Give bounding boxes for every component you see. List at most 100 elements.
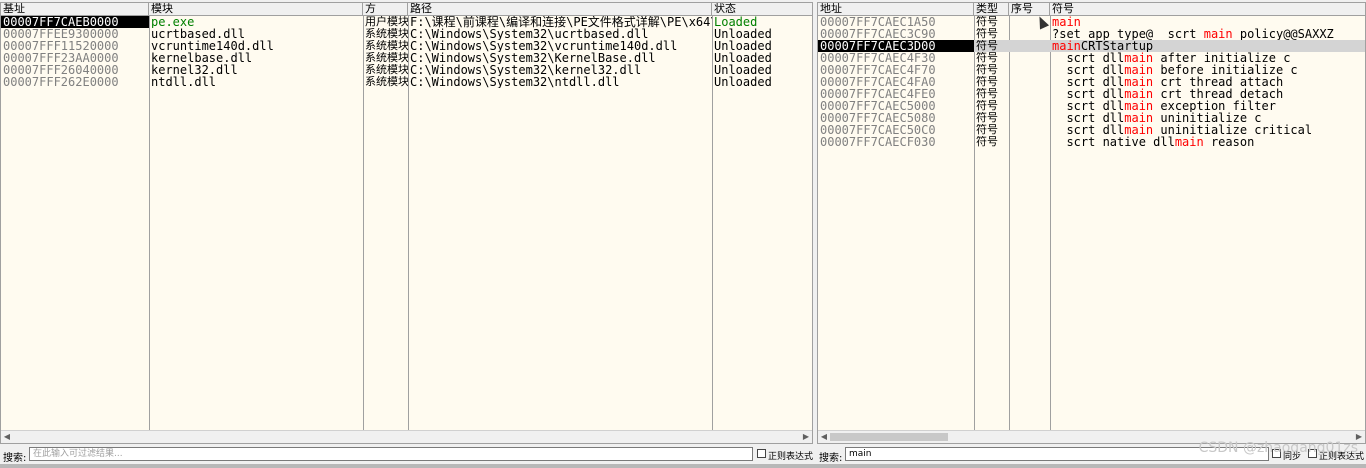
module-module-cell: kernelbase.dll bbox=[151, 52, 253, 64]
left-search-bar: 搜索: 在此输入可过滤结果... 正则表达式 bbox=[0, 446, 815, 464]
search-match-highlight: main bbox=[1124, 52, 1154, 64]
module-status-cell: Unloaded bbox=[714, 64, 772, 76]
search-match-highlight: main bbox=[1052, 40, 1081, 52]
symbol-row[interactable]: 00007FF7CAEC3C90 符号 ?set_app_type@__scrt_m… bbox=[818, 28, 1365, 40]
left-regex-checkbox[interactable] bbox=[757, 449, 766, 458]
symbol-row[interactable]: 00007FF7CAEC5080 符号 __scrt_dllmain_uniniti… bbox=[818, 112, 1365, 124]
search-match-highlight: main bbox=[1124, 112, 1154, 124]
symbol-name-prefix: __scrt_native_dll bbox=[1052, 136, 1175, 148]
symbol-name-prefix: __scrt_dll bbox=[1052, 88, 1125, 100]
module-base-cell: 00007FFF26040000 bbox=[3, 64, 119, 76]
scroll-right-icon[interactable]: ▶ bbox=[800, 431, 812, 443]
symbol-row[interactable]: 00007FF7CAEC4F30 符号 __scrt_dllmain_after_i… bbox=[818, 52, 1365, 64]
symbol-type-cell: 符号 bbox=[976, 16, 998, 28]
module-base-cell: 00007FFF23AA0000 bbox=[3, 52, 119, 64]
search-match-highlight: main bbox=[1124, 100, 1154, 112]
symbol-row[interactable]: 00007FF7CAEC4FE0 符号 __scrt_dllmain_crt_thr… bbox=[818, 88, 1365, 100]
module-status-cell: Loaded bbox=[714, 16, 758, 28]
symbol-type-cell: 符号 bbox=[976, 136, 998, 148]
module-path-cell: C:\Windows\System32\ntdll.dll bbox=[410, 76, 620, 88]
symbol-address-cell: 00007FF7CAEC4FA0 bbox=[820, 76, 936, 88]
col-header-address[interactable]: 地址 bbox=[818, 3, 974, 15]
symbol-row[interactable]: 00007FF7CAEC5000 符号 __scrt_dllmain_excepti… bbox=[818, 100, 1365, 112]
symbol-name-cell: __scrt_dllmain_exception_filter bbox=[1050, 100, 1365, 112]
left-search-input[interactable]: 在此输入可过滤结果... bbox=[29, 447, 753, 461]
symbols-pane: 地址 类型 序号 符号 00007FF7CAEC1A50 符号 main 00007F… bbox=[817, 2, 1366, 444]
symbols-list: 00007FF7CAEC1A50 符号 main 00007FF7CAEC3C90 符号… bbox=[818, 16, 1365, 148]
search-match-highlight: main bbox=[1203, 28, 1233, 40]
module-row[interactable]: 00007FFF262E0000 ntdll.dll 系统模块 C:\Windows\… bbox=[1, 76, 812, 88]
modules-horizontal-scrollbar[interactable]: ◀ ▶ bbox=[1, 430, 812, 443]
symbol-row[interactable]: 00007FF7CAEC3D00 符号 mainCRTStartup bbox=[818, 40, 1365, 52]
symbol-type-cell: 符号 bbox=[976, 100, 998, 112]
symbol-name-suffix: _after_initialize_c bbox=[1153, 52, 1291, 64]
symbol-type-cell: 符号 bbox=[976, 64, 998, 76]
module-party-cell: 系统模块 bbox=[365, 28, 408, 40]
symbol-name-suffix: _uninitialize_critical bbox=[1153, 124, 1313, 136]
module-module-cell: ucrtbased.dll bbox=[151, 28, 245, 40]
search-match-highlight: main bbox=[1124, 76, 1154, 88]
symbol-name-cell: main bbox=[1050, 16, 1365, 28]
symbol-name-cell: __scrt_dllmain_uninitialize_critical bbox=[1050, 124, 1365, 136]
module-path-cell: F:\课程\前课程\编译和连接\PE文件格式详解\PE\x64\D bbox=[410, 16, 712, 28]
symbol-name-prefix: __scrt_dll bbox=[1052, 112, 1125, 124]
symbol-name-suffix: CRTStartup bbox=[1080, 40, 1154, 52]
symbol-address-cell: 00007FF7CAEC1A50 bbox=[820, 16, 936, 28]
symbol-row[interactable]: 00007FF7CAECF030 符号 __scrt_native_dllmain_… bbox=[818, 136, 1365, 148]
scroll-left-icon[interactable]: ◀ bbox=[1, 431, 13, 443]
module-path-cell: C:\Windows\System32\vcruntime140d.dll bbox=[410, 40, 678, 52]
search-placeholder: 在此输入可过滤结果... bbox=[33, 449, 123, 459]
module-row[interactable]: 00007FFF23AA0000 kernelbase.dll 系统模块 C:\Win… bbox=[1, 52, 812, 64]
module-row[interactable]: 00007FFF11520000 vcruntime140d.dll 系统模块 C:\… bbox=[1, 40, 812, 52]
modules-pane: 基址 模块 方 路径 状态 00007FF7CAEB0000 pe.exe 用户模块… bbox=[0, 2, 813, 444]
module-party-cell: 系统模块 bbox=[365, 64, 408, 76]
symbol-type-cell: 符号 bbox=[976, 88, 998, 100]
col-header-party[interactable]: 方 bbox=[363, 3, 408, 15]
search-label: 搜索: bbox=[3, 453, 27, 464]
symbol-type-cell: 符号 bbox=[976, 40, 998, 52]
status-strip bbox=[0, 464, 1366, 468]
module-status-cell: Unloaded bbox=[714, 40, 772, 52]
col-header-symbol[interactable]: 符号 bbox=[1050, 3, 1365, 15]
modules-list: 00007FF7CAEB0000 pe.exe 用户模块 F:\课程\前课程\编译和连… bbox=[1, 16, 812, 88]
col-header-path[interactable]: 路径 bbox=[408, 3, 712, 15]
symbol-address-cell: 00007FF7CAECF030 bbox=[820, 136, 936, 148]
symbol-name-prefix: __scrt_dll bbox=[1052, 76, 1125, 88]
symbol-row[interactable]: 00007FF7CAEC4F70 符号 __scrt_dllmain_before_… bbox=[818, 64, 1365, 76]
col-header-status[interactable]: 状态 bbox=[712, 3, 812, 15]
symbol-address-cell: 00007FF7CAEC4F70 bbox=[820, 64, 936, 76]
symbol-address-cell: 00007FF7CAEC5080 bbox=[820, 112, 936, 124]
col-header-type[interactable]: 类型 bbox=[974, 3, 1009, 15]
module-base-cell: 00007FFF11520000 bbox=[3, 40, 119, 52]
search-match-highlight: main bbox=[1124, 64, 1154, 76]
symbol-address-cell: 00007FF7CAEC4FE0 bbox=[820, 88, 936, 100]
symbol-name-cell: __scrt_dllmain_crt_thread_detach bbox=[1050, 88, 1365, 100]
symbol-name-prefix: __scrt_dll bbox=[1052, 124, 1125, 136]
symbol-name-cell: __scrt_dllmain_after_initialize_c bbox=[1050, 52, 1365, 64]
col-header-module[interactable]: 模块 bbox=[149, 3, 363, 15]
symbols-header: 地址 类型 序号 符号 bbox=[818, 3, 1365, 16]
symbol-name-suffix: _reason bbox=[1203, 136, 1255, 148]
symbol-row[interactable]: 00007FF7CAEC1A50 符号 main bbox=[818, 16, 1365, 28]
module-row[interactable]: 00007FF7CAEB0000 pe.exe 用户模块 F:\课程\前课程\编译和连… bbox=[1, 16, 812, 28]
module-party-cell: 系统模块 bbox=[365, 40, 408, 52]
symbol-name-suffix: _before_initialize_c bbox=[1153, 64, 1298, 76]
module-module-cell: ntdll.dll bbox=[151, 76, 217, 88]
scroll-left-icon[interactable]: ◀ bbox=[818, 431, 830, 443]
symbol-row[interactable]: 00007FF7CAEC4FA0 符号 __scrt_dllmain_crt_thr… bbox=[818, 76, 1365, 88]
symbol-name-suffix: _crt_thread_attach bbox=[1153, 76, 1284, 88]
col-header-base[interactable]: 基址 bbox=[1, 3, 149, 15]
symbol-row[interactable]: 00007FF7CAEC50C0 符号 __scrt_dllmain_uniniti… bbox=[818, 124, 1365, 136]
module-row[interactable]: 00007FFEE9300000 ucrtbased.dll 系统模块 C:\Wind… bbox=[1, 28, 812, 40]
watermark: CSDN @zhaoqang01zs bbox=[1198, 440, 1358, 456]
symbol-address-cell: 00007FF7CAEC5000 bbox=[820, 100, 936, 112]
module-module-cell: pe.exe bbox=[151, 16, 195, 28]
search-match-highlight: main bbox=[1174, 136, 1204, 148]
search-match-highlight: main bbox=[1052, 16, 1081, 28]
scroll-thumb[interactable] bbox=[830, 433, 948, 441]
symbol-name-suffix: _uninitialize_c bbox=[1153, 112, 1262, 124]
search-match-highlight: main bbox=[1124, 88, 1154, 100]
symbol-address-cell: 00007FF7CAEC4F30 bbox=[820, 52, 936, 64]
module-row[interactable]: 00007FFF26040000 kernel32.dll 系统模块 C:\Windo… bbox=[1, 64, 812, 76]
search-match-highlight: main bbox=[1124, 124, 1154, 136]
